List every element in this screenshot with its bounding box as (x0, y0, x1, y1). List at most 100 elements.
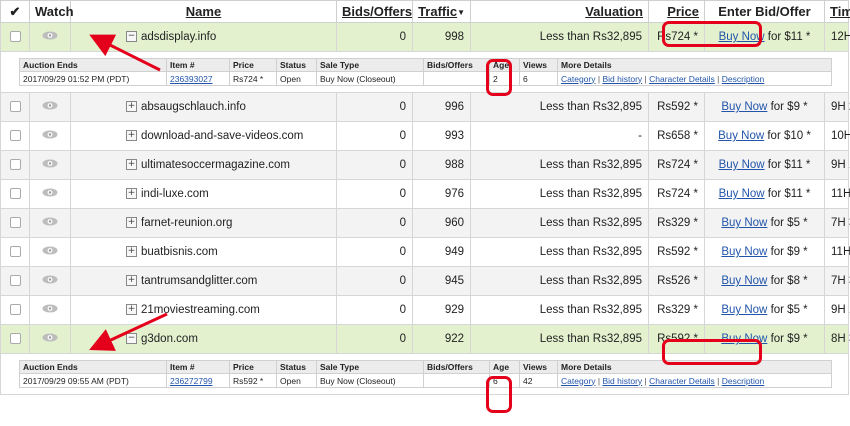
domain-name[interactable]: tantrumsandglitter.com (141, 275, 257, 287)
row-checkbox[interactable] (9, 159, 21, 171)
row-checkbox[interactable] (9, 217, 21, 229)
bid-history-link[interactable]: Bid history (602, 376, 642, 386)
detail-header-sale-type: Sale Type (316, 58, 424, 72)
domain-name[interactable]: absaugschlauch.info (141, 101, 246, 113)
domain-name[interactable]: g3don.com (141, 333, 198, 345)
buy-now-link[interactable]: Buy Now (719, 159, 765, 171)
expand-toggle-icon[interactable]: + (126, 304, 137, 316)
header-traffic[interactable]: Traffic▼ (412, 0, 471, 23)
domain-cell: + download-and-save-videos.com (70, 121, 337, 151)
category-link[interactable]: Category (561, 74, 596, 84)
price-cell: Rs592 * (648, 92, 705, 122)
expand-toggle-icon[interactable]: + (126, 246, 137, 258)
table-row: + ultimatesoccermagazine.com 0 988 Less than… (0, 150, 850, 180)
table-row: + download-and-save-videos.com 0 993- Rs658 … (0, 121, 850, 151)
price-cell: Rs329 * (648, 208, 705, 238)
bid-history-link[interactable]: Bid history (602, 74, 642, 84)
link-separator: | (597, 73, 601, 84)
header-valuation-label: Valuation (585, 4, 643, 19)
watch-eye-icon[interactable] (42, 275, 58, 287)
header-name[interactable]: Name (70, 0, 337, 23)
row-checkbox[interactable] (9, 188, 21, 200)
watch-cell (29, 92, 71, 122)
watch-cell (29, 179, 71, 209)
category-link[interactable]: Category (561, 376, 596, 386)
domain-name[interactable]: buatbisnis.com (141, 246, 218, 258)
watch-eye-icon[interactable] (42, 333, 58, 345)
expand-toggle-icon[interactable]: + (126, 101, 137, 113)
row-checkbox[interactable] (9, 333, 21, 345)
detail-header-age: Age (489, 360, 520, 374)
watch-eye-icon[interactable] (42, 188, 58, 200)
bids-cell: 0 (336, 179, 413, 209)
watch-eye-icon[interactable] (42, 130, 58, 142)
row-checkbox[interactable] (9, 31, 21, 43)
domain-name[interactable]: 21moviestreaming.com (141, 304, 260, 316)
header-bids[interactable]: Bids/Offers (336, 0, 413, 23)
buy-now-link[interactable]: Buy Now (721, 304, 767, 316)
header-price[interactable]: Price (648, 0, 705, 23)
table-row: − g3don.com 0 922 Less than Rs32,895 Rs592 * B… (0, 324, 850, 354)
buy-now-cell: Buy Now for $11 * (704, 179, 825, 209)
watch-cell (29, 295, 71, 325)
row-checkbox[interactable] (9, 101, 21, 113)
buy-now-link[interactable]: Buy Now (721, 101, 767, 113)
select-all-checkbox[interactable]: ✔ (0, 0, 30, 23)
buy-now-link[interactable]: Buy Now (721, 275, 767, 287)
expand-toggle-icon[interactable]: + (126, 217, 137, 229)
expand-toggle-icon[interactable]: + (126, 188, 137, 200)
domain-name[interactable]: farnet-reunion.org (141, 217, 232, 229)
expand-toggle-icon[interactable]: + (126, 159, 137, 171)
header-time-left[interactable]: Time Left (824, 0, 850, 23)
expand-toggle-icon[interactable]: − (126, 333, 137, 345)
detail-item-cell: 236393027 (166, 71, 230, 86)
watch-eye-icon[interactable] (42, 101, 58, 113)
traffic-cell: 976 (412, 179, 471, 209)
detail-header-bids: Bids/Offers (423, 58, 490, 72)
row-checkbox[interactable] (9, 304, 21, 316)
domain-name[interactable]: adsdisplay.info (141, 31, 216, 43)
expand-toggle-icon[interactable]: + (126, 130, 137, 142)
traffic-cell: 929 (412, 295, 471, 325)
price-cell: Rs724 * (648, 150, 705, 180)
bids-cell: 0 (336, 150, 413, 180)
domain-name[interactable]: ultimatesoccermagazine.com (141, 159, 290, 171)
watch-eye-icon[interactable] (42, 217, 58, 229)
buy-now-price: for $9 * (767, 246, 808, 258)
domain-name[interactable]: download-and-save-videos.com (141, 130, 303, 142)
expand-toggle-icon[interactable]: + (126, 275, 137, 287)
detail-header-bids: Bids/Offers (423, 360, 490, 374)
character-details-link[interactable]: Character Details (649, 74, 715, 84)
buy-now-link[interactable]: Buy Now (718, 130, 764, 142)
buy-now-price: for $11 * (764, 188, 811, 200)
description-link[interactable]: Description (722, 376, 765, 386)
description-link[interactable]: Description (722, 74, 765, 84)
header-valuation[interactable]: Valuation (470, 0, 649, 23)
item-number-link[interactable]: 236393027 (170, 74, 213, 84)
buy-now-link[interactable]: Buy Now (719, 188, 765, 200)
buy-now-link[interactable]: Buy Now (721, 246, 767, 258)
row-checkbox[interactable] (9, 246, 21, 258)
detail-header-price: Price (229, 58, 277, 72)
valuation-cell: Less than Rs32,895 (470, 266, 649, 296)
watch-eye-icon[interactable] (42, 159, 58, 171)
buy-now-link[interactable]: Buy Now (721, 217, 767, 229)
buy-now-link[interactable]: Buy Now (721, 333, 767, 345)
buy-now-link[interactable]: Buy Now (719, 31, 765, 43)
bids-cell: 0 (336, 208, 413, 238)
item-number-link[interactable]: 236272799 (170, 376, 213, 386)
buy-now-price: for $5 * (767, 217, 808, 229)
row-checkbox[interactable] (9, 130, 21, 142)
domain-name[interactable]: indi-luxe.com (141, 188, 209, 200)
watch-eye-icon[interactable] (42, 31, 58, 43)
watch-eye-icon[interactable] (42, 246, 58, 258)
watch-eye-icon[interactable] (42, 304, 58, 316)
row-checkbox[interactable] (9, 275, 21, 287)
header-watch: Watch (29, 0, 74, 23)
auction-table: ✔ Watch Name Bids/Offers Traffic▼ Valuat… (0, 0, 850, 395)
character-details-link[interactable]: Character Details (649, 376, 715, 386)
domain-cell: − g3don.com (70, 324, 337, 354)
row-checkbox-cell (0, 22, 30, 52)
detail-data-row: 2017/09/29 09:55 AM (PDT) 236272799 Rs592 … (19, 373, 832, 388)
expand-toggle-icon[interactable]: − (126, 31, 137, 43)
